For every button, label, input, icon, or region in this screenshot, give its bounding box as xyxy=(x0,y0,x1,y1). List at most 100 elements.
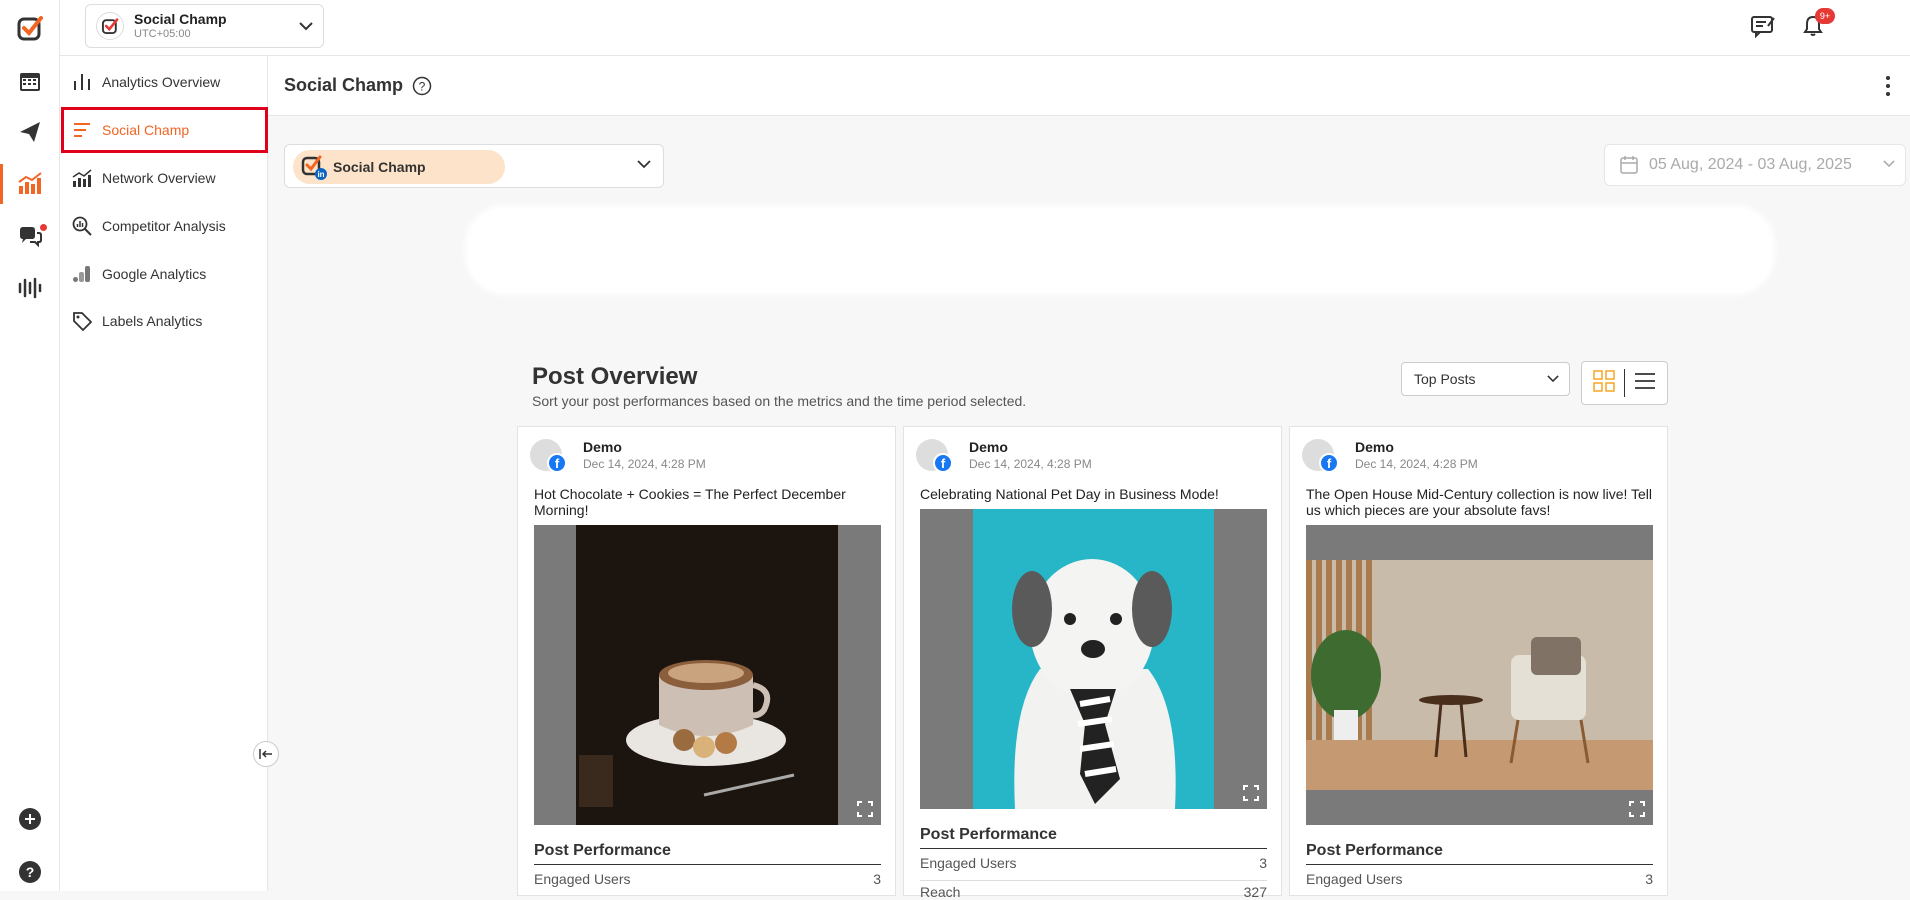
expand-icon[interactable] xyxy=(1243,785,1259,801)
help-circle-icon[interactable]: ? xyxy=(0,852,60,892)
collapse-left-icon xyxy=(259,749,272,759)
post-date: Dec 14, 2024, 4:28 PM xyxy=(969,457,1092,471)
post-performance-title: Post Performance xyxy=(1306,842,1653,865)
unread-dot xyxy=(40,224,47,231)
post-overview-title: Post Overview xyxy=(532,363,698,390)
svg-text:in: in xyxy=(317,170,324,179)
chevron-down-icon xyxy=(1883,160,1895,168)
analytics-sidebar: Analytics Overview Social Champ Network … xyxy=(60,56,268,891)
subnav-label: Social Champ xyxy=(102,122,190,138)
notification-badge: 9+ xyxy=(1815,8,1835,24)
date-range-value: 05 Aug, 2024 - 03 Aug, 2025 xyxy=(1649,156,1852,173)
post-performance-title: Post Performance xyxy=(534,842,881,865)
metric-value: 327 xyxy=(1243,884,1267,900)
subnav-labels-analytics[interactable]: Labels Analytics xyxy=(60,298,268,344)
facebook-icon: f xyxy=(933,453,953,473)
workspace-selector[interactable]: Social Champ UTC+05:00 xyxy=(85,4,324,48)
lines-icon xyxy=(74,123,90,137)
view-toggle xyxy=(1581,361,1668,405)
post-text: The Open House Mid-Century collection is… xyxy=(1306,486,1653,518)
post-text: Hot Chocolate + Cookies = The Perfect De… xyxy=(534,486,846,518)
subnav-label: Competitor Analysis xyxy=(102,218,226,234)
magnifier-chart-icon xyxy=(72,216,92,236)
metric-row: Reach 327 xyxy=(920,880,1267,900)
subnav-label: Labels Analytics xyxy=(102,313,203,329)
post-overview-subtitle: Sort your post performances based on the… xyxy=(532,393,1027,409)
more-options-icon[interactable] xyxy=(1878,72,1898,100)
post-sort-select[interactable]: Top Posts xyxy=(1401,362,1570,396)
subnav-competitor-analysis[interactable]: Competitor Analysis xyxy=(60,203,268,249)
facebook-icon: f xyxy=(547,453,567,473)
page-title: Social Champ xyxy=(284,75,404,95)
tag-icon xyxy=(73,312,92,331)
bar-chart-icon xyxy=(74,74,90,90)
network-chart-icon xyxy=(72,169,92,187)
svg-text:?: ? xyxy=(26,864,35,880)
redacted-area xyxy=(465,205,1775,295)
subnav-label: Google Analytics xyxy=(102,266,207,282)
metric-label: Engaged Users xyxy=(920,855,1017,871)
workspace-logo-icon xyxy=(96,12,124,40)
post-author: Demo xyxy=(1355,439,1394,455)
help-icon[interactable]: ? xyxy=(412,76,432,101)
metric-value: 3 xyxy=(1259,855,1267,871)
subnav-analytics-overview[interactable]: Analytics Overview xyxy=(60,59,268,105)
chevron-down-icon xyxy=(299,22,313,31)
post-text: Celebrating National Pet Day in Business… xyxy=(920,486,1219,502)
metric-row: Engaged Users 3 xyxy=(1306,871,1653,887)
subnav-social-champ[interactable]: Social Champ xyxy=(60,107,268,153)
account-selector[interactable]: in Social Champ xyxy=(284,144,664,188)
expand-icon[interactable] xyxy=(1629,801,1645,817)
collapse-sidebar-button[interactable] xyxy=(253,741,279,767)
metric-row: Engaged Users 3 xyxy=(534,871,881,887)
analytics-icon[interactable] xyxy=(0,164,60,204)
expand-icon[interactable] xyxy=(857,801,873,817)
chevron-down-icon xyxy=(1547,375,1559,383)
audio-wave-icon[interactable] xyxy=(0,268,60,308)
feedback-icon[interactable] xyxy=(1749,12,1777,40)
post-image[interactable] xyxy=(534,525,881,825)
selected-account-chip: in Social Champ xyxy=(293,150,505,184)
post-card[interactable]: f Demo Dec 14, 2024, 4:28 PM Hot Chocola… xyxy=(517,426,896,896)
chevron-down-icon xyxy=(637,160,651,169)
metric-label: Engaged Users xyxy=(1306,871,1403,887)
chat-icon[interactable] xyxy=(0,216,60,256)
calendar-icon xyxy=(1620,156,1638,174)
subnav-label: Analytics Overview xyxy=(102,74,221,90)
send-icon[interactable] xyxy=(0,112,60,152)
social-champ-logo-icon[interactable] xyxy=(16,14,44,42)
metric-value: 3 xyxy=(873,871,881,887)
post-sort-value: Top Posts xyxy=(1414,371,1476,387)
post-card[interactable]: f Demo Dec 14, 2024, 4:28 PM Celebrating… xyxy=(903,426,1282,900)
account-name: Social Champ xyxy=(333,159,426,175)
post-performance-title: Post Performance xyxy=(920,826,1267,849)
svg-text:?: ? xyxy=(419,80,426,94)
subnav-label: Network Overview xyxy=(102,170,216,186)
metric-row: Engaged Users 3 xyxy=(920,855,1267,871)
metric-value: 3 xyxy=(1645,871,1653,887)
calendar-icon[interactable] xyxy=(0,61,60,101)
page-header: Social Champ ? xyxy=(268,56,1910,116)
workspace-name: Social Champ xyxy=(134,11,227,27)
toggle-divider xyxy=(1623,369,1625,397)
subnav-google-analytics[interactable]: Google Analytics xyxy=(60,251,268,297)
icon-rail: ? xyxy=(0,0,60,891)
metric-label: Reach xyxy=(920,884,961,900)
plus-circle-icon[interactable] xyxy=(0,799,60,839)
bell-icon[interactable]: 9+ xyxy=(1799,8,1835,40)
grid-view-icon[interactable] xyxy=(1592,369,1615,397)
list-view-icon[interactable] xyxy=(1634,370,1656,397)
post-date: Dec 14, 2024, 4:28 PM xyxy=(1355,457,1478,471)
post-image[interactable] xyxy=(1306,525,1653,825)
post-author: Demo xyxy=(583,439,622,455)
post-date: Dec 14, 2024, 4:28 PM xyxy=(583,457,706,471)
post-author: Demo xyxy=(969,439,1008,455)
post-card[interactable]: f Demo Dec 14, 2024, 4:28 PM The Open Ho… xyxy=(1289,426,1668,896)
post-image[interactable] xyxy=(920,509,1267,809)
date-range-picker[interactable]: 05 Aug, 2024 - 03 Aug, 2025 xyxy=(1604,144,1906,186)
account-avatar-icon: in xyxy=(301,154,327,180)
top-bar: Social Champ UTC+05:00 9+ xyxy=(60,0,1910,56)
subnav-network-overview[interactable]: Network Overview xyxy=(60,155,268,201)
google-analytics-icon xyxy=(73,266,90,282)
facebook-icon: f xyxy=(1319,453,1339,473)
